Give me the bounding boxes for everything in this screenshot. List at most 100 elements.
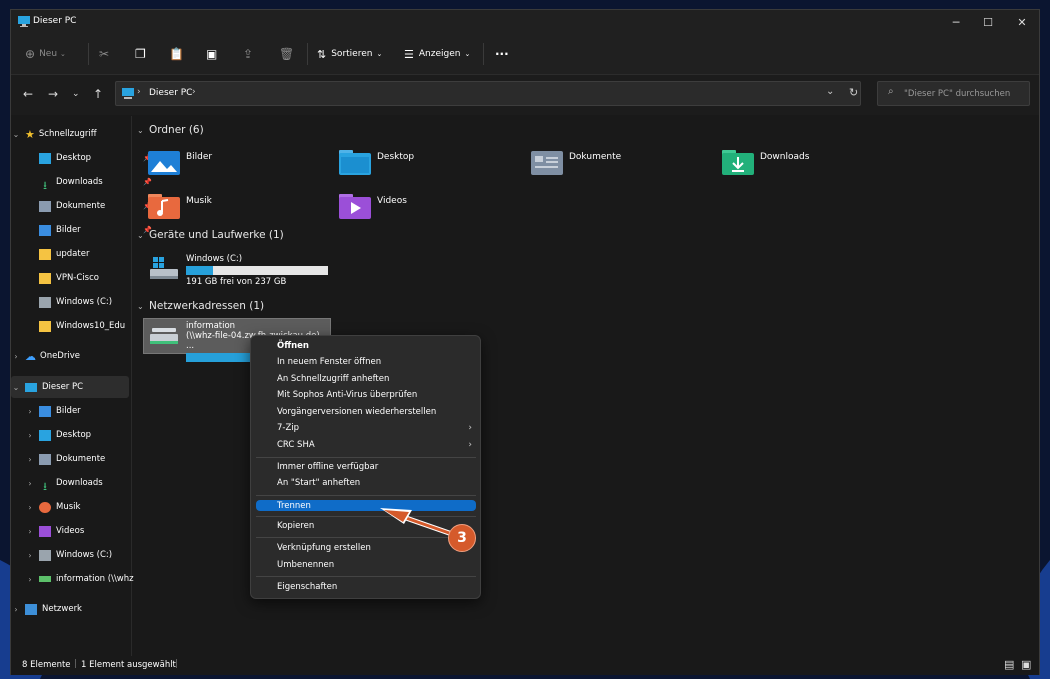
navigation-pane: ⌄ ★ Schnellzugriff Desktop 📌 ⭳ Downloads…	[11, 116, 152, 656]
sidebar-item-pc-network-drive[interactable]: › information (\\whz	[11, 568, 143, 590]
search-box[interactable]: ⌕	[877, 81, 1030, 106]
sidebar-item-pc-videos[interactable]: › Videos	[11, 520, 143, 542]
music-icon	[39, 501, 51, 513]
menu-item-properties[interactable]: Eigenschaften	[256, 579, 476, 595]
delete-icon[interactable]: 🗑	[279, 44, 294, 64]
menu-item-rename[interactable]: Umbenennen	[256, 557, 476, 573]
chevron-down-icon: ⌄	[60, 50, 66, 58]
chevron-right-icon: ›	[14, 604, 18, 614]
sidebar-item-label: Videos	[56, 526, 85, 536]
tiles-view-icon[interactable]: ▣	[1021, 658, 1031, 671]
desktop-icon	[39, 152, 51, 164]
sidebar-item-network[interactable]: › Netzwerk	[11, 598, 129, 620]
sidebar-item-label: Desktop	[56, 153, 92, 163]
more-options-button[interactable]: ···	[495, 44, 509, 64]
network-drive-usage-fill	[186, 353, 252, 362]
status-bar: 8 Elemente | 1 Element ausgewählt | ▤ ▣	[11, 656, 1039, 675]
paste-icon[interactable]: 📋	[169, 44, 184, 64]
sidebar-item-onedrive[interactable]: › ☁ OneDrive	[11, 345, 129, 367]
sort-button[interactable]: ⇅ Sortieren ⌄	[317, 44, 382, 64]
minimize-button[interactable]: ─	[939, 10, 973, 34]
windows-drive-icon	[150, 257, 178, 279]
network-section-header[interactable]: ⌄ Netzwerkadressen (1)	[137, 298, 264, 314]
pictures-icon	[39, 405, 51, 417]
sidebar-item-label: Windows (C:)	[56, 297, 113, 307]
item-count: 8 Elemente	[22, 660, 71, 670]
menu-item-7zip[interactable]: 7-Zip ›	[256, 420, 476, 436]
desktop-folder-icon	[339, 150, 371, 175]
chevron-right-icon: ›	[14, 351, 18, 361]
view-button[interactable]: ☰ Anzeigen ⌄	[404, 44, 470, 64]
menu-separator	[256, 495, 476, 496]
folder-music[interactable]: Musik	[148, 192, 338, 222]
close-button[interactable]: ✕	[1005, 10, 1039, 34]
maximize-button[interactable]: ☐	[971, 10, 1005, 34]
downloads-folder-icon	[722, 150, 754, 175]
forward-arrow-icon[interactable]: →	[48, 87, 58, 101]
up-arrow-icon[interactable]: ↑	[93, 87, 103, 101]
drive-icon	[39, 549, 51, 561]
menu-item-create-shortcut[interactable]: Verknüpfung erstellen	[256, 540, 476, 556]
section-title: Geräte und Laufwerke (1)	[149, 229, 284, 241]
sidebar-item-label: Bilder	[56, 406, 81, 416]
drives-section-header[interactable]: ⌄ Geräte und Laufwerke (1)	[137, 227, 284, 243]
new-button[interactable]: ⊕ Neu ⌄	[25, 44, 66, 64]
chevron-down-icon: ⌄	[376, 50, 383, 58]
menu-item-crc-sha[interactable]: CRC SHA ›	[256, 437, 476, 453]
search-input[interactable]	[904, 87, 1026, 100]
sidebar-item-quick-access[interactable]: ⌄ ★ Schnellzugriff	[11, 123, 129, 145]
desktop-icon	[39, 429, 51, 441]
this-pc-icon	[122, 88, 134, 99]
copy-icon[interactable]: ❐	[135, 44, 146, 64]
sidebar-item-label: Downloads	[56, 478, 103, 488]
file-explorer-window: Dieser PC ─ ☐ ✕ ⊕ Neu ⌄ ✂ ❐ 📋 ▣ ⇪ 🗑 ⇅ So…	[10, 9, 1040, 675]
window-title: Dieser PC	[33, 16, 77, 26]
chevron-right-icon: ›	[28, 454, 32, 464]
rename-icon[interactable]: ▣	[206, 44, 217, 64]
recent-chevron-icon[interactable]: ⌄	[72, 89, 80, 99]
folder-videos[interactable]: Videos	[339, 192, 529, 222]
sidebar-item-label: Dieser PC	[42, 382, 84, 392]
folder-icon	[39, 272, 51, 284]
sidebar-item-pc-documents[interactable]: › Dokumente	[11, 448, 143, 470]
chevron-down-icon: ⌄	[464, 50, 471, 58]
share-icon[interactable]: ⇪	[243, 44, 253, 64]
address-bar[interactable]: › Dieser PC › ⌄ ↻	[115, 81, 861, 106]
sidebar-item-pc-windows-c[interactable]: › Windows (C:)	[11, 544, 143, 566]
cut-icon[interactable]: ✂	[99, 44, 109, 64]
menu-item-sophos-scan[interactable]: Mit Sophos Anti-Virus überprüfen	[256, 387, 476, 403]
folder-downloads[interactable]: Downloads	[722, 148, 912, 178]
chevron-right-icon: ›	[28, 502, 32, 512]
drive-usage-fill	[186, 266, 213, 275]
sidebar-item-this-pc[interactable]: ⌄ Dieser PC	[11, 376, 129, 398]
sidebar-item-pc-desktop[interactable]: › Desktop	[11, 424, 143, 446]
menu-item-open-new-window[interactable]: In neuem Fenster öffnen	[256, 354, 476, 370]
menu-item-open[interactable]: Öffnen	[256, 338, 476, 354]
back-arrow-icon[interactable]: ←	[23, 87, 33, 101]
folder-documents[interactable]: Dokumente	[531, 148, 721, 178]
menu-item-always-offline[interactable]: Immer offline verfügbar	[256, 459, 476, 475]
command-bar: ⊕ Neu ⌄ ✂ ❐ 📋 ▣ ⇪ 🗑 ⇅ Sortieren ⌄ ☰ Anze…	[11, 34, 1039, 75]
folder-desktop[interactable]: Desktop	[339, 148, 529, 178]
sidebar-item-pc-music[interactable]: › Musik	[11, 496, 143, 518]
video-icon	[39, 525, 51, 537]
drive-windows-c[interactable]: Windows (C:) 191 GB frei von 237 GB	[148, 252, 338, 288]
address-history-chevron-icon[interactable]: ⌄	[826, 86, 834, 97]
menu-item-pin-quick-access[interactable]: An Schnellzugriff anheften	[256, 371, 476, 387]
folders-section-header[interactable]: ⌄ Ordner (6)	[137, 122, 204, 138]
sidebar-item-pc-downloads[interactable]: › ⭳ Downloads	[11, 472, 143, 494]
refresh-icon[interactable]: ↻	[849, 86, 858, 99]
plus-circle-icon: ⊕	[25, 47, 36, 61]
chevron-down-icon: ⌄	[137, 125, 144, 135]
pictures-icon	[39, 224, 51, 236]
folder-pictures[interactable]: Bilder	[148, 148, 338, 178]
menu-item-restore-previous[interactable]: Vorgängerversionen wiederherstellen	[256, 404, 476, 420]
sidebar-item-label: Windows10_Edu	[56, 321, 126, 331]
menu-item-pin-start[interactable]: An "Start" anheften	[256, 475, 476, 491]
sidebar-item-label: Downloads	[56, 177, 103, 187]
breadcrumb-this-pc[interactable]: Dieser PC	[149, 88, 192, 98]
network-icon	[25, 603, 37, 615]
sidebar-item-pc-pictures[interactable]: › Bilder	[11, 400, 143, 422]
details-view-icon[interactable]: ▤	[1004, 658, 1014, 671]
title-bar: Dieser PC ─ ☐ ✕	[11, 10, 1039, 34]
